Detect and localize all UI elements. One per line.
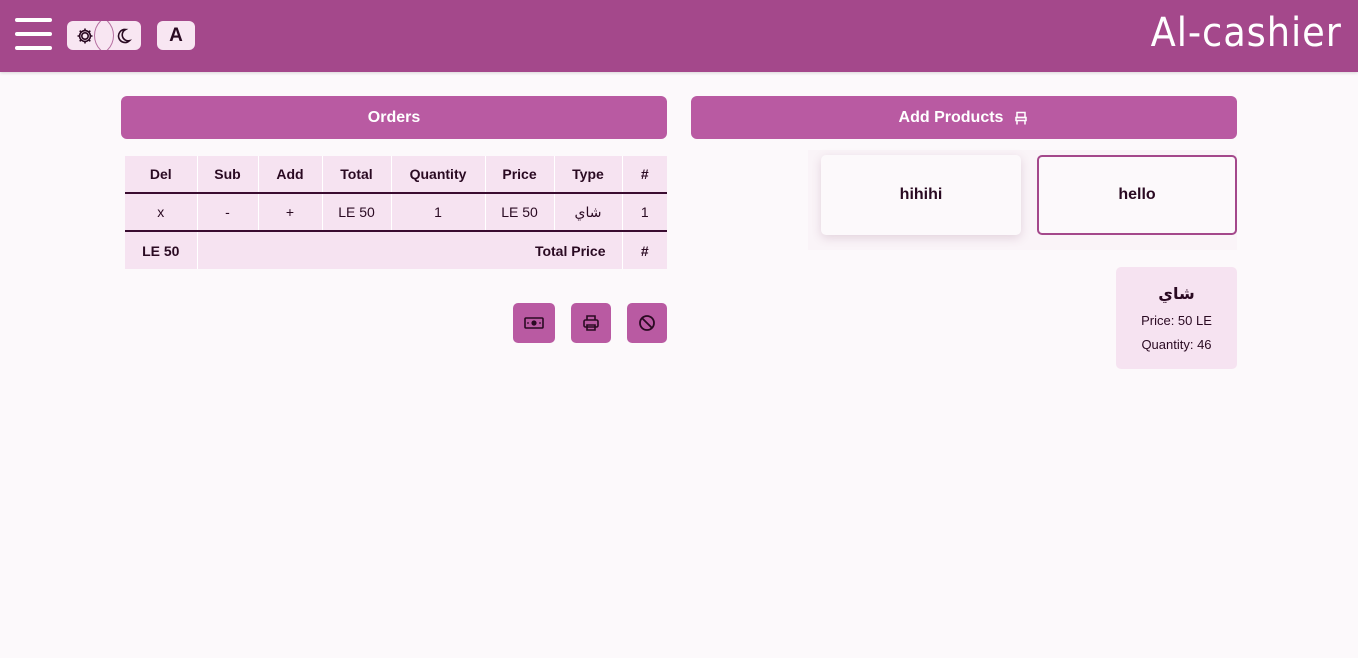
cancel-icon: [639, 315, 655, 331]
moon-icon: [117, 28, 132, 44]
chair-icon: [1015, 111, 1028, 124]
pay-cash-button[interactable]: [513, 303, 555, 343]
total-price-label: Total Price: [196, 231, 622, 269]
col-add: Add: [257, 156, 322, 194]
total-row: LE 50 Total Price #: [125, 231, 667, 269]
product-price: Price: 50 LE: [1141, 313, 1212, 328]
col-price: Price: [484, 156, 554, 194]
col-del: Del: [125, 156, 197, 194]
cash-icon: [524, 317, 544, 329]
row-total: LE 50: [321, 193, 391, 232]
total-currency: LE: [142, 242, 160, 259]
row-number: 1: [621, 193, 667, 232]
category-card[interactable]: hihihi: [821, 155, 1021, 235]
total-amount: 50: [163, 242, 180, 259]
orders-header: Orders: [121, 96, 667, 139]
row-quantity: 1: [390, 193, 485, 232]
sun-gear-icon: [77, 28, 93, 44]
orders-table: Del Sub Add Total Quantity Price Type # …: [125, 156, 667, 269]
product-quantity: Quantity: 46: [1141, 337, 1212, 352]
print-button[interactable]: [571, 303, 611, 343]
delete-item-button[interactable]: x: [125, 193, 197, 232]
row-price: LE 50: [484, 193, 554, 232]
top-bar: A Al-cashier: [0, 0, 1358, 72]
menu-hamburger-icon[interactable]: [15, 18, 52, 51]
category-card-selected[interactable]: hello: [1037, 155, 1237, 235]
col-type: Type: [553, 156, 622, 194]
add-products-button[interactable]: Add Products: [691, 96, 1237, 139]
theme-toggle[interactable]: [67, 21, 141, 50]
add-products-title: Add Products: [898, 108, 1004, 126]
brand-logo: Al-cashier: [1150, 10, 1342, 56]
product-card[interactable]: شاي Price: 50 LE Quantity: 46: [1116, 267, 1237, 369]
col-total: Total: [321, 156, 391, 194]
total-price-value: LE 50: [125, 231, 197, 269]
cancel-order-button[interactable]: [627, 303, 667, 343]
col-number: #: [621, 156, 667, 194]
row-type: شاي: [553, 193, 622, 232]
product-name: شاي: [1158, 286, 1195, 303]
col-sub: Sub: [196, 156, 258, 194]
total-hash: #: [621, 231, 667, 269]
increase-quantity-button[interactable]: +: [257, 193, 322, 232]
decrease-quantity-button[interactable]: -: [196, 193, 258, 232]
table-header-row: Del Sub Add Total Quantity Price Type #: [125, 156, 667, 194]
table-row: x - + LE 50 1 LE 50 شاي 1: [125, 193, 667, 232]
col-quantity: Quantity: [390, 156, 485, 194]
language-button[interactable]: A: [157, 21, 195, 50]
print-icon: [583, 315, 599, 331]
orders-title: Orders: [367, 108, 421, 126]
